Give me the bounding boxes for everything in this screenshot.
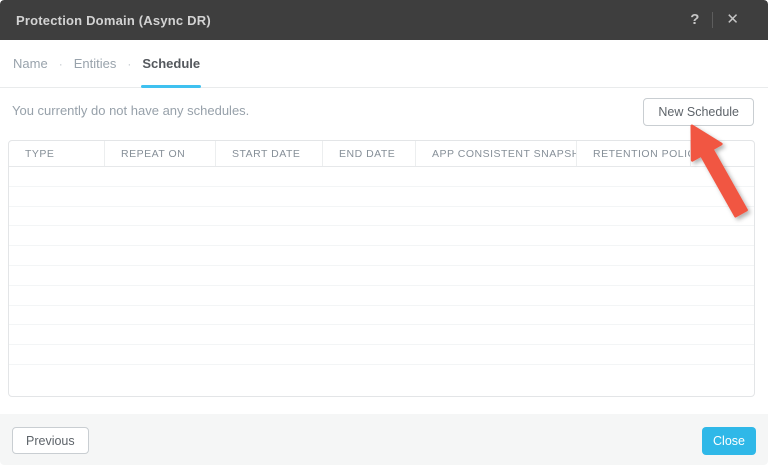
dialog-title: Protection Domain (Async DR): [16, 12, 211, 28]
table-row: [9, 306, 754, 326]
column-header: TYPE: [9, 141, 105, 166]
tab-separator-dot: ·: [58, 56, 63, 71]
table-header-row: TYPE REPEAT ON START DATE END DATE APP CONSI…: [9, 141, 754, 167]
column-header: RETENTION POLICY: [577, 141, 691, 166]
close-icon[interactable]: ✕: [713, 0, 752, 40]
column-header: END DATE: [323, 141, 416, 166]
table-row: [9, 226, 754, 247]
wizard-tabbar: Name · Entities · Schedule: [0, 40, 768, 88]
table-row: [9, 286, 754, 306]
tab-name[interactable]: Name: [12, 40, 49, 88]
help-icon[interactable]: ?: [677, 0, 712, 40]
previous-button[interactable]: Previous: [12, 427, 89, 454]
new-schedule-button[interactable]: New Schedule: [643, 98, 754, 126]
table-row: [9, 246, 754, 266]
column-header: APP CONSISTENT SNAPSHOT: [416, 141, 577, 166]
dialog-footer: Previous Close: [0, 414, 768, 465]
table-row: [9, 167, 754, 187]
close-button[interactable]: Close: [702, 427, 756, 455]
tab-entities[interactable]: Entities: [73, 40, 118, 88]
column-header: [691, 141, 754, 166]
table-row: [9, 325, 754, 346]
column-header: START DATE: [216, 141, 323, 166]
table-body: [9, 167, 754, 396]
table-row: [9, 345, 754, 365]
empty-schedules-message: You currently do not have any schedules.: [12, 103, 250, 118]
table-row: [9, 207, 754, 227]
protection-domain-dialog: Protection Domain (Async DR) ? ✕ Name · …: [0, 0, 768, 465]
schedules-table: TYPE REPEAT ON START DATE END DATE APP CONSI…: [8, 140, 755, 397]
tab-separator-dot: ·: [127, 56, 132, 71]
titlebar-actions: ? ✕: [677, 0, 752, 40]
table-row: [9, 365, 754, 396]
dialog-titlebar: Protection Domain (Async DR) ? ✕: [0, 0, 768, 40]
tab-schedule[interactable]: Schedule: [141, 40, 201, 88]
table-row: [9, 187, 754, 207]
column-header: REPEAT ON: [105, 141, 216, 166]
table-row: [9, 266, 754, 286]
